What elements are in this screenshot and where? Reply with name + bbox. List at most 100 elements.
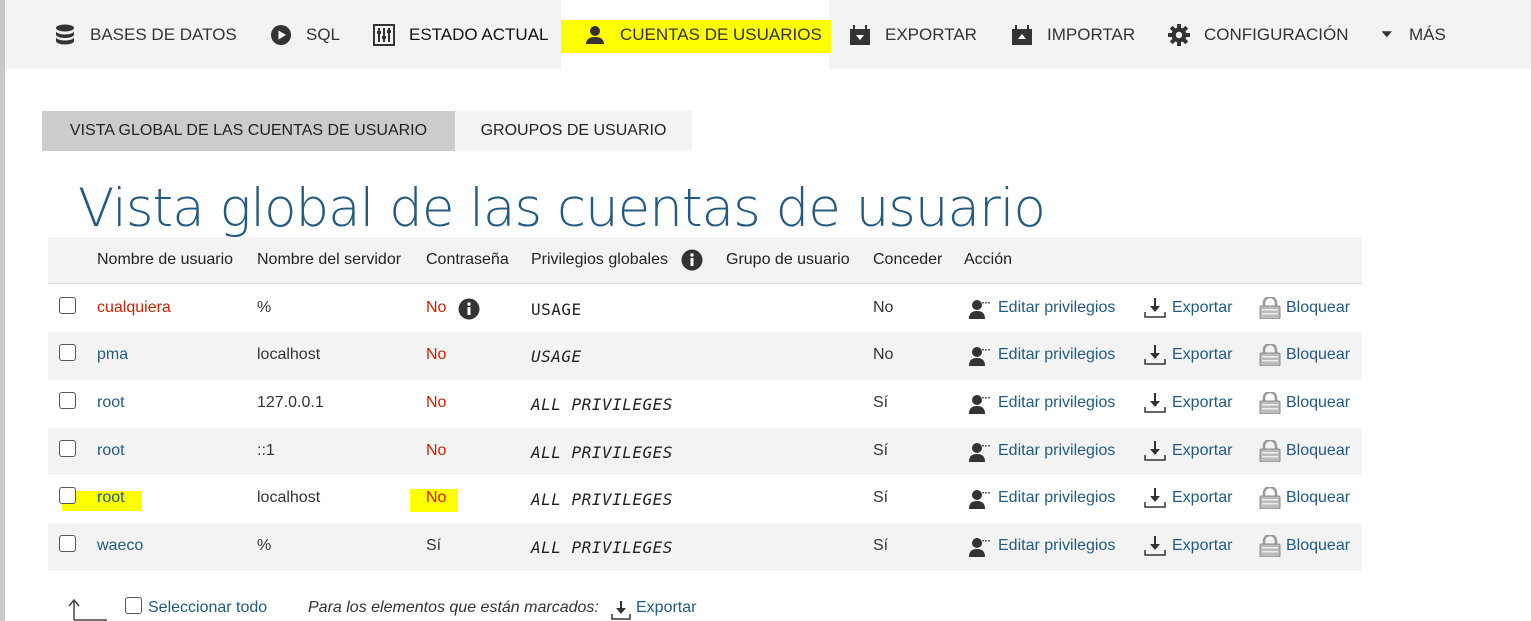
nav-export[interactable]: Exportar: [848, 0, 977, 69]
lock-icon[interactable]: [1258, 535, 1282, 557]
row-username[interactable]: pma: [97, 346, 128, 364]
download-icon[interactable]: [1143, 440, 1167, 462]
edit-privileges-link[interactable]: Editar privilegios: [998, 394, 1115, 412]
row-checkbox[interactable]: [59, 440, 76, 457]
row-host: localhost: [257, 346, 321, 363]
select-all-label[interactable]: Seleccionar todo: [148, 599, 267, 617]
row-username[interactable]: root: [97, 489, 125, 507]
row-checkbox[interactable]: [59, 487, 76, 504]
edit-privileges-link[interactable]: Editar privilegios: [998, 346, 1115, 364]
lock-icon[interactable]: [1258, 297, 1282, 319]
row-privileges: ALL PRIVILEGES: [531, 395, 673, 414]
edit-user-icon[interactable]: [968, 535, 992, 557]
select-all-checkbox[interactable]: [125, 597, 142, 614]
user-icon: [586, 25, 604, 44]
nav-databases[interactable]: Bases de datos: [53, 0, 237, 69]
edit-privileges-link[interactable]: Editar privilegios: [998, 489, 1115, 507]
edit-user-icon[interactable]: [968, 392, 992, 414]
lock-icon[interactable]: [1258, 487, 1282, 509]
download-icon[interactable]: [1143, 392, 1167, 414]
info-icon[interactable]: [458, 298, 480, 320]
nav-status-label: Estado actual: [409, 24, 549, 44]
row-host: %: [257, 299, 272, 316]
nav-import-label: Importar: [1047, 24, 1136, 44]
lock-link[interactable]: Bloquear: [1286, 442, 1350, 460]
caret-down-icon: [1381, 30, 1392, 37]
table-row: cualquiera% No USAGE No Editar privilegios Ex…: [48, 285, 1362, 333]
row-privileges: ALL PRIVILEGES: [531, 443, 673, 462]
sliders-icon: [373, 23, 395, 46]
row-password: No: [426, 442, 447, 459]
edit-user-icon[interactable]: [968, 487, 992, 509]
header-host[interactable]: Nombre del servidor: [257, 251, 401, 269]
edit-user-icon[interactable]: [968, 440, 992, 462]
window-left-border: [0, 0, 5, 621]
nav-import[interactable]: Importar: [1010, 0, 1135, 69]
lock-link[interactable]: Bloquear: [1286, 537, 1350, 555]
row-password: No: [426, 394, 447, 411]
row-username[interactable]: waeco: [97, 537, 143, 555]
nav-settings-label: Configuración: [1204, 24, 1349, 44]
row-grant: No: [873, 299, 894, 316]
lock-link[interactable]: Bloquear: [1286, 346, 1350, 364]
header-privileges[interactable]: Privilegios globales: [531, 251, 668, 269]
row-password: No: [426, 346, 447, 363]
tab-user-accounts-overview-label: Vista global de las cuentas de usuario: [69, 122, 428, 139]
edit-user-icon[interactable]: [968, 297, 992, 319]
download-icon[interactable]: [1143, 487, 1167, 509]
nav-user-accounts[interactable]: Cuentas de usuarios: [561, 0, 831, 69]
header-username[interactable]: Nombre de usuario: [97, 251, 233, 269]
row-checkbox[interactable]: [59, 344, 76, 361]
export-icon: [850, 24, 870, 45]
download-icon[interactable]: [1143, 297, 1167, 319]
export-link[interactable]: Exportar: [1172, 537, 1232, 555]
top-navigation: Bases de datos SQL Estado actual Cuentas…: [5, 0, 1531, 69]
download-icon[interactable]: [1143, 535, 1167, 557]
row-host: ::1: [257, 442, 275, 459]
row-checkbox[interactable]: [59, 297, 76, 314]
footer-export-link[interactable]: Exportar: [636, 599, 696, 617]
nav-sql-label: SQL: [306, 24, 341, 44]
tab-user-accounts-overview[interactable]: Vista global de las cuentas de usuario: [42, 111, 455, 151]
row-grant: Sí: [873, 489, 889, 506]
nav-settings[interactable]: Configuración: [1167, 0, 1349, 69]
header-grant: Conceder: [873, 251, 943, 268]
lock-icon[interactable]: [1258, 344, 1282, 366]
row-username[interactable]: root: [97, 394, 125, 412]
lock-icon[interactable]: [1258, 440, 1282, 462]
row-host: localhost: [257, 489, 321, 506]
row-checkbox[interactable]: [59, 392, 76, 409]
export-link[interactable]: Exportar: [1172, 346, 1232, 364]
row-grant: Sí: [873, 537, 889, 554]
with-selected-label: Para los elementos que están marcados:: [308, 599, 599, 616]
export-link[interactable]: Exportar: [1172, 299, 1232, 317]
edit-privileges-link[interactable]: Editar privilegios: [998, 537, 1115, 555]
lock-icon[interactable]: [1258, 392, 1282, 414]
download-icon[interactable]: [610, 600, 632, 620]
database-icon: [56, 24, 74, 44]
edit-privileges-link[interactable]: Editar privilegios: [998, 299, 1115, 317]
row-grant: Sí: [873, 442, 889, 459]
lock-link[interactable]: Bloquear: [1286, 394, 1350, 412]
row-checkbox[interactable]: [59, 535, 76, 552]
row-username[interactable]: root: [97, 442, 125, 460]
edit-privileges-link[interactable]: Editar privilegios: [998, 442, 1115, 460]
nav-sql[interactable]: SQL: [269, 0, 340, 69]
lock-link[interactable]: Bloquear: [1286, 489, 1350, 507]
header-action: Acción: [964, 251, 1013, 268]
row-privileges: USAGE: [531, 347, 582, 366]
row-password: No: [426, 299, 447, 316]
export-link[interactable]: Exportar: [1172, 394, 1232, 412]
nav-more[interactable]: Más: [1380, 0, 1446, 69]
info-icon[interactable]: [681, 249, 703, 271]
edit-user-icon[interactable]: [968, 344, 992, 366]
download-icon[interactable]: [1143, 344, 1167, 366]
nav-status[interactable]: Estado actual: [372, 0, 549, 69]
row-username[interactable]: cualquiera: [97, 299, 171, 317]
nav-user-accounts-label: Cuentas de usuarios: [620, 24, 822, 44]
header-password[interactable]: Contraseña: [426, 251, 509, 269]
tab-user-groups[interactable]: Groupos de usuario: [455, 111, 692, 151]
export-link[interactable]: Exportar: [1172, 489, 1232, 507]
lock-link[interactable]: Bloquear: [1286, 299, 1350, 317]
export-link[interactable]: Exportar: [1172, 442, 1232, 460]
